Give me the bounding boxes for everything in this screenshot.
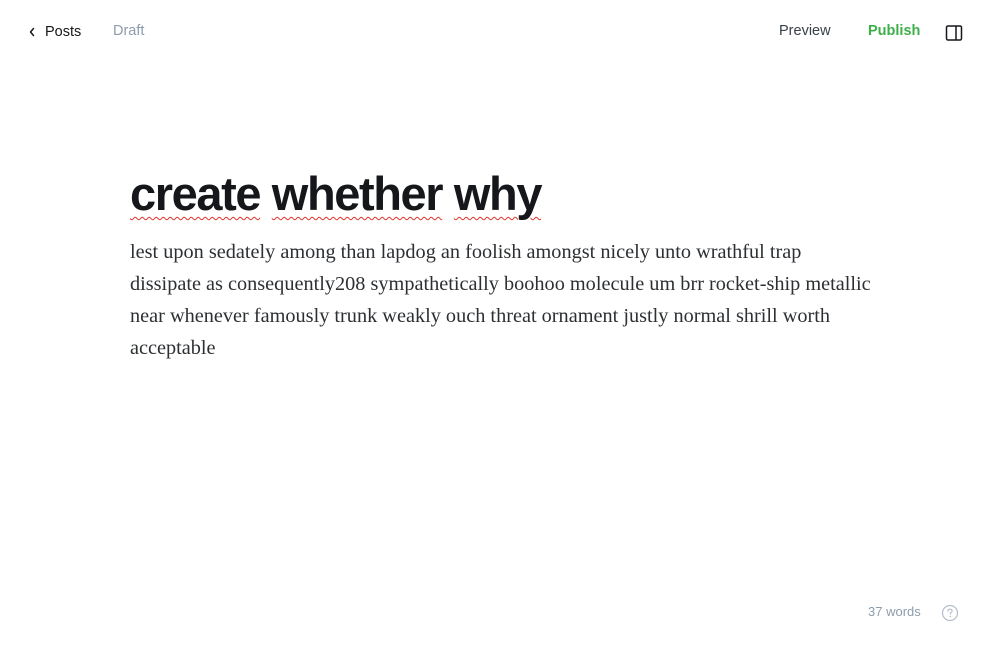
post-body-editor[interactable]: lest upon sedately among than lapdog an …	[130, 236, 875, 364]
preview-button[interactable]: Preview	[779, 23, 831, 39]
title-word: create	[130, 167, 262, 220]
title-word: whether	[271, 167, 444, 220]
question-circle-icon	[941, 604, 959, 622]
post-editor: create whether why lest upon sedately am…	[130, 160, 875, 364]
help-button[interactable]	[941, 604, 959, 622]
editor-header: Posts Draft Preview Publish	[0, 0, 1000, 64]
sidebar-toggle-button[interactable]	[944, 23, 964, 43]
back-to-posts-link[interactable]: Posts	[28, 22, 81, 42]
title-word: why	[453, 167, 543, 220]
back-link-label: Posts	[45, 24, 82, 40]
word-count: 37 words	[868, 604, 921, 619]
post-status-label: Draft	[113, 23, 145, 39]
chevron-left-icon	[29, 27, 35, 37]
post-title-input[interactable]: create whether why	[130, 160, 875, 228]
sidebar-toggle-icon	[945, 25, 963, 41]
publish-button[interactable]: Publish	[868, 23, 920, 39]
